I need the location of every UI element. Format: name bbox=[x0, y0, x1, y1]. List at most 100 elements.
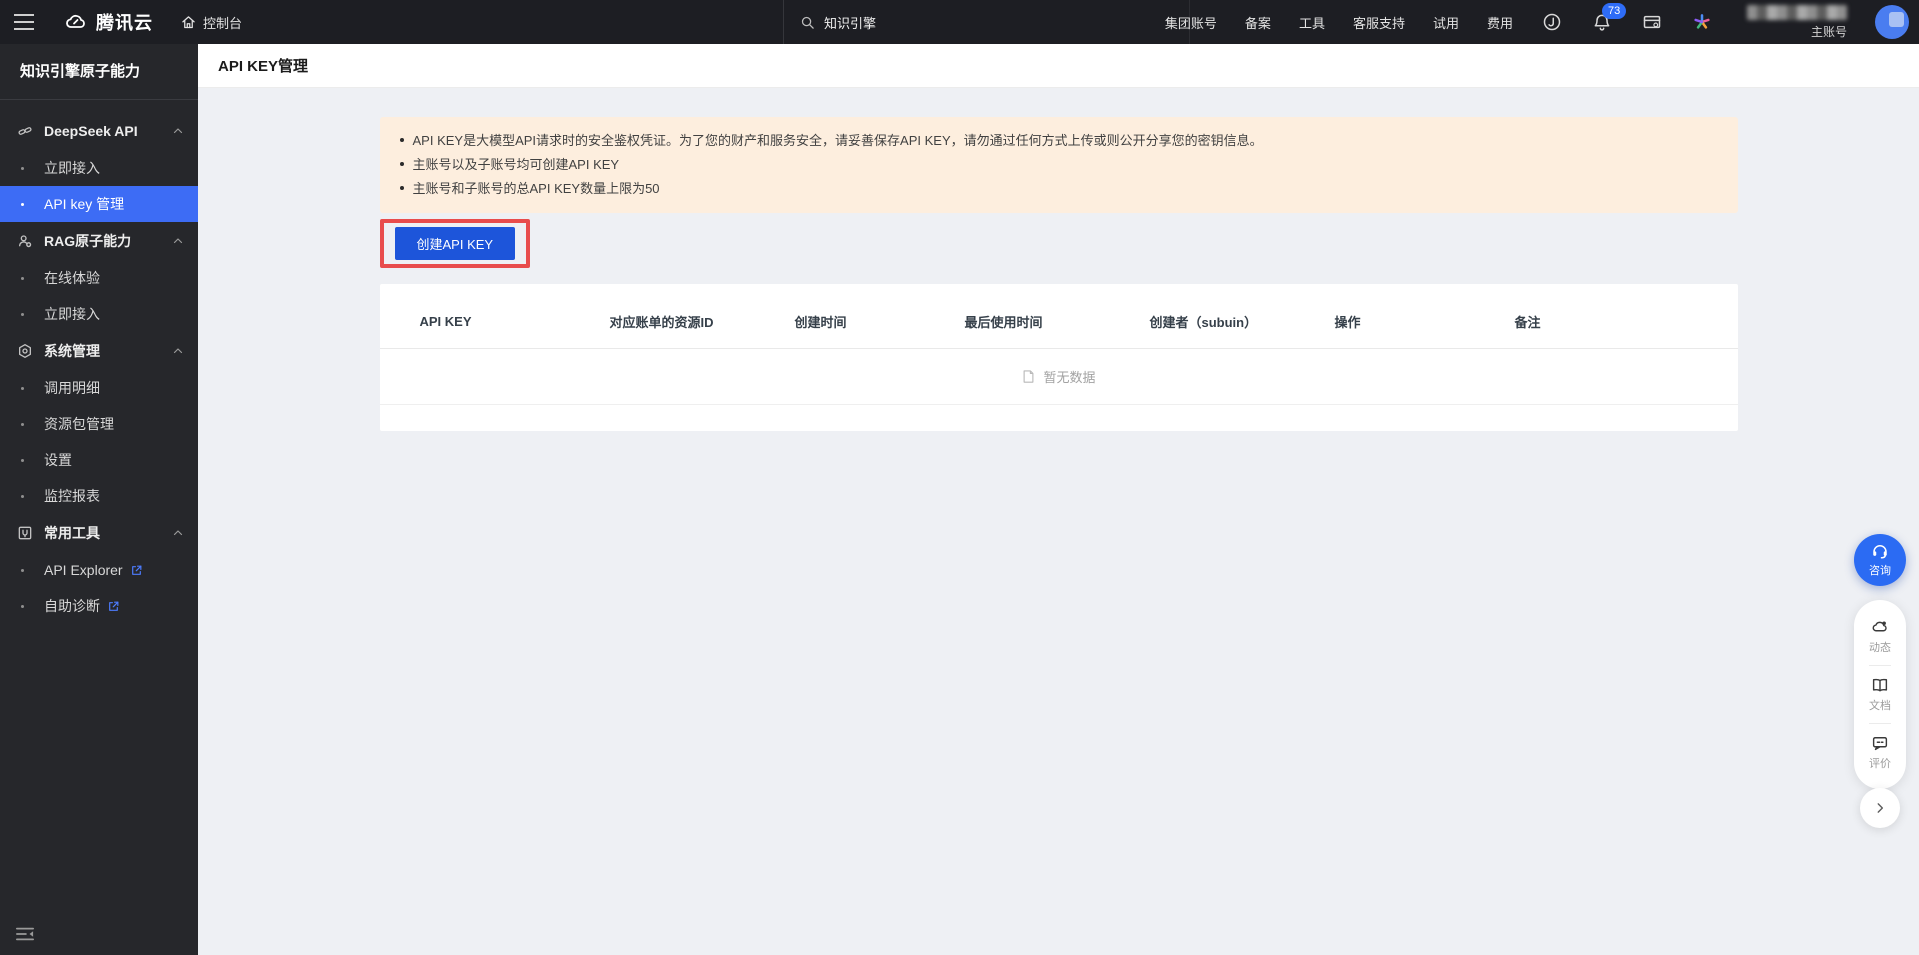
search-value: 知识引擎 bbox=[824, 13, 876, 32]
sidebar-item-label: 资源包管理 bbox=[44, 414, 114, 434]
billing-center-icon[interactable] bbox=[1641, 11, 1663, 33]
nav-icp-filing[interactable]: 备案 bbox=[1245, 13, 1271, 32]
nav-support[interactable]: 客服支持 bbox=[1353, 13, 1405, 32]
sidebar-item-label: 监控报表 bbox=[44, 486, 100, 506]
brand-name: 腾讯云 bbox=[96, 9, 153, 35]
external-link-icon bbox=[130, 564, 143, 577]
nav-tools[interactable]: 工具 bbox=[1299, 13, 1325, 32]
chevron-up-icon bbox=[172, 527, 184, 539]
column-remark: 备注 bbox=[1515, 312, 1738, 331]
table-header-row: API KEY 对应账单的资源ID 创建时间 最后使用时间 创建者（subuin… bbox=[380, 294, 1738, 349]
divider bbox=[1869, 723, 1891, 724]
rag-users-icon bbox=[17, 233, 33, 249]
sidebar-item-label: 立即接入 bbox=[44, 158, 100, 178]
consult-label: 咨询 bbox=[1869, 562, 1891, 578]
cloud-logo-icon bbox=[64, 10, 88, 34]
divider bbox=[1869, 665, 1891, 666]
column-resource-id: 对应账单的资源ID bbox=[610, 312, 795, 331]
empty-text: 暂无数据 bbox=[1043, 367, 1095, 386]
chevron-up-icon bbox=[172, 125, 184, 137]
notification-badge: 73 bbox=[1602, 3, 1626, 19]
sidebar-item-label: 立即接入 bbox=[44, 304, 100, 324]
sidebar-group-label: 系统管理 bbox=[44, 341, 172, 361]
chevron-up-icon bbox=[172, 235, 184, 247]
search-input[interactable]: 知识引擎 bbox=[783, 0, 1190, 44]
assistant-icon[interactable] bbox=[1541, 11, 1563, 33]
notice-banner: API KEY是大模型API请求时的安全鉴权凭证。为了您的财产和服务安全，请妥善… bbox=[380, 117, 1738, 213]
empty-document-icon bbox=[1021, 369, 1036, 384]
brand-logo[interactable]: 腾讯云 bbox=[64, 9, 153, 35]
notice-line: 主账号和子账号的总API KEY数量上限为50 bbox=[400, 177, 1718, 201]
account-menu[interactable]: 主账号 bbox=[1747, 5, 1847, 40]
page-title: API KEY管理 bbox=[218, 55, 308, 76]
avatar[interactable] bbox=[1875, 5, 1909, 39]
sidebar-item-label: 自助诊断 bbox=[44, 596, 100, 616]
notice-line: 主账号以及子账号均可创建API KEY bbox=[400, 153, 1718, 177]
toolbox-icon bbox=[17, 525, 33, 541]
deepseek-api-icon bbox=[17, 123, 33, 139]
notice-text: API KEY是大模型API请求时的安全鉴权凭证。为了您的财产和服务安全，请妥善… bbox=[413, 129, 1263, 153]
external-link-icon bbox=[107, 600, 120, 613]
main-content: API KEY是大模型API请求时的安全鉴权凭证。为了您的财产和服务安全，请妥善… bbox=[198, 88, 1919, 955]
sidebar-item-self-diagnosis[interactable]: 自助诊断 bbox=[0, 588, 198, 624]
sidebar-group-deepseek-api[interactable]: DeepSeek API bbox=[0, 112, 198, 150]
sidebar-item-instant-access-rag[interactable]: 立即接入 bbox=[0, 296, 198, 332]
page-header: API KEY管理 bbox=[198, 44, 1919, 88]
nav-group-account[interactable]: 集团账号 bbox=[1165, 13, 1217, 32]
column-api-key: API KEY bbox=[420, 314, 610, 329]
sidebar-item-label: API key 管理 bbox=[44, 194, 124, 214]
create-api-key-button[interactable]: 创建API KEY bbox=[395, 227, 516, 260]
column-created-time: 创建时间 bbox=[795, 312, 965, 331]
sidebar-group-label: DeepSeek API bbox=[44, 123, 172, 139]
sidebar-group-label: 常用工具 bbox=[44, 523, 172, 543]
hamburger-menu-icon[interactable] bbox=[0, 0, 44, 44]
system-settings-icon bbox=[17, 343, 33, 359]
sidebar-item-instant-access-deepseek[interactable]: 立即接入 bbox=[0, 150, 198, 186]
sidebar-item-api-key-management[interactable]: API key 管理 bbox=[0, 186, 198, 222]
pinwheel-apps-icon[interactable] bbox=[1691, 11, 1713, 33]
sidebar-item-online-experience[interactable]: 在线体验 bbox=[0, 260, 198, 296]
docs-button[interactable]: 文档 bbox=[1869, 670, 1891, 719]
sidebar-item-settings[interactable]: 设置 bbox=[0, 442, 198, 478]
sidebar-collapse-icon[interactable] bbox=[14, 925, 36, 943]
nav-billing[interactable]: 费用 bbox=[1487, 13, 1513, 32]
sidebar-group-system-management[interactable]: 系统管理 bbox=[0, 332, 198, 370]
console-link[interactable]: 控制台 bbox=[181, 13, 242, 32]
home-icon bbox=[181, 15, 196, 30]
consult-button[interactable]: 咨询 bbox=[1854, 534, 1906, 586]
headset-icon bbox=[1871, 542, 1889, 560]
notification-bell-icon[interactable]: 73 bbox=[1591, 11, 1613, 33]
news-button[interactable]: 动态 bbox=[1869, 612, 1891, 661]
sidebar-title: 知识引擎原子能力 bbox=[0, 44, 198, 100]
sidebar-item-call-details[interactable]: 调用明细 bbox=[0, 370, 198, 406]
sidebar-item-api-explorer[interactable]: API Explorer bbox=[0, 552, 198, 588]
cloud-updates-icon bbox=[1871, 618, 1889, 636]
red-highlight-annotation: 创建API KEY bbox=[380, 219, 531, 268]
chevron-right-icon bbox=[1873, 801, 1887, 815]
column-last-used-time: 最后使用时间 bbox=[965, 312, 1150, 331]
notice-text: 主账号和子账号的总API KEY数量上限为50 bbox=[413, 177, 660, 201]
chevron-up-icon bbox=[172, 345, 184, 357]
column-operation: 操作 bbox=[1335, 312, 1515, 331]
helper-pill: 动态 文档 评价 bbox=[1854, 600, 1906, 789]
feedback-button[interactable]: 评价 bbox=[1869, 728, 1891, 777]
expand-panel-button[interactable] bbox=[1860, 788, 1900, 828]
sidebar-item-resource-pack-management[interactable]: 资源包管理 bbox=[0, 406, 198, 442]
column-creator: 创建者（subuin） bbox=[1150, 312, 1335, 331]
docs-label: 文档 bbox=[1869, 697, 1891, 713]
sidebar-group-rag[interactable]: RAG原子能力 bbox=[0, 222, 198, 260]
sidebar-item-label: 调用明细 bbox=[44, 378, 100, 398]
topbar: 腾讯云 控制台 知识引擎 集团账号 备案 工具 客服支持 试用 费用 bbox=[0, 0, 1919, 44]
nav-trial[interactable]: 试用 bbox=[1433, 13, 1459, 32]
search-icon bbox=[800, 15, 815, 30]
notice-line: API KEY是大模型API请求时的安全鉴权凭证。为了您的财产和服务安全，请妥善… bbox=[400, 129, 1718, 153]
account-name-redacted bbox=[1747, 5, 1847, 20]
sidebar-item-label: API Explorer bbox=[44, 562, 123, 578]
console-label: 控制台 bbox=[203, 13, 242, 32]
sidebar-item-monitoring-reports[interactable]: 监控报表 bbox=[0, 478, 198, 514]
sidebar-group-label: RAG原子能力 bbox=[44, 231, 172, 251]
table-empty-state: 暂无数据 bbox=[380, 349, 1738, 405]
sidebar-group-common-tools[interactable]: 常用工具 bbox=[0, 514, 198, 552]
notice-text: 主账号以及子账号均可创建API KEY bbox=[413, 153, 620, 177]
feedback-label: 评价 bbox=[1869, 755, 1891, 771]
